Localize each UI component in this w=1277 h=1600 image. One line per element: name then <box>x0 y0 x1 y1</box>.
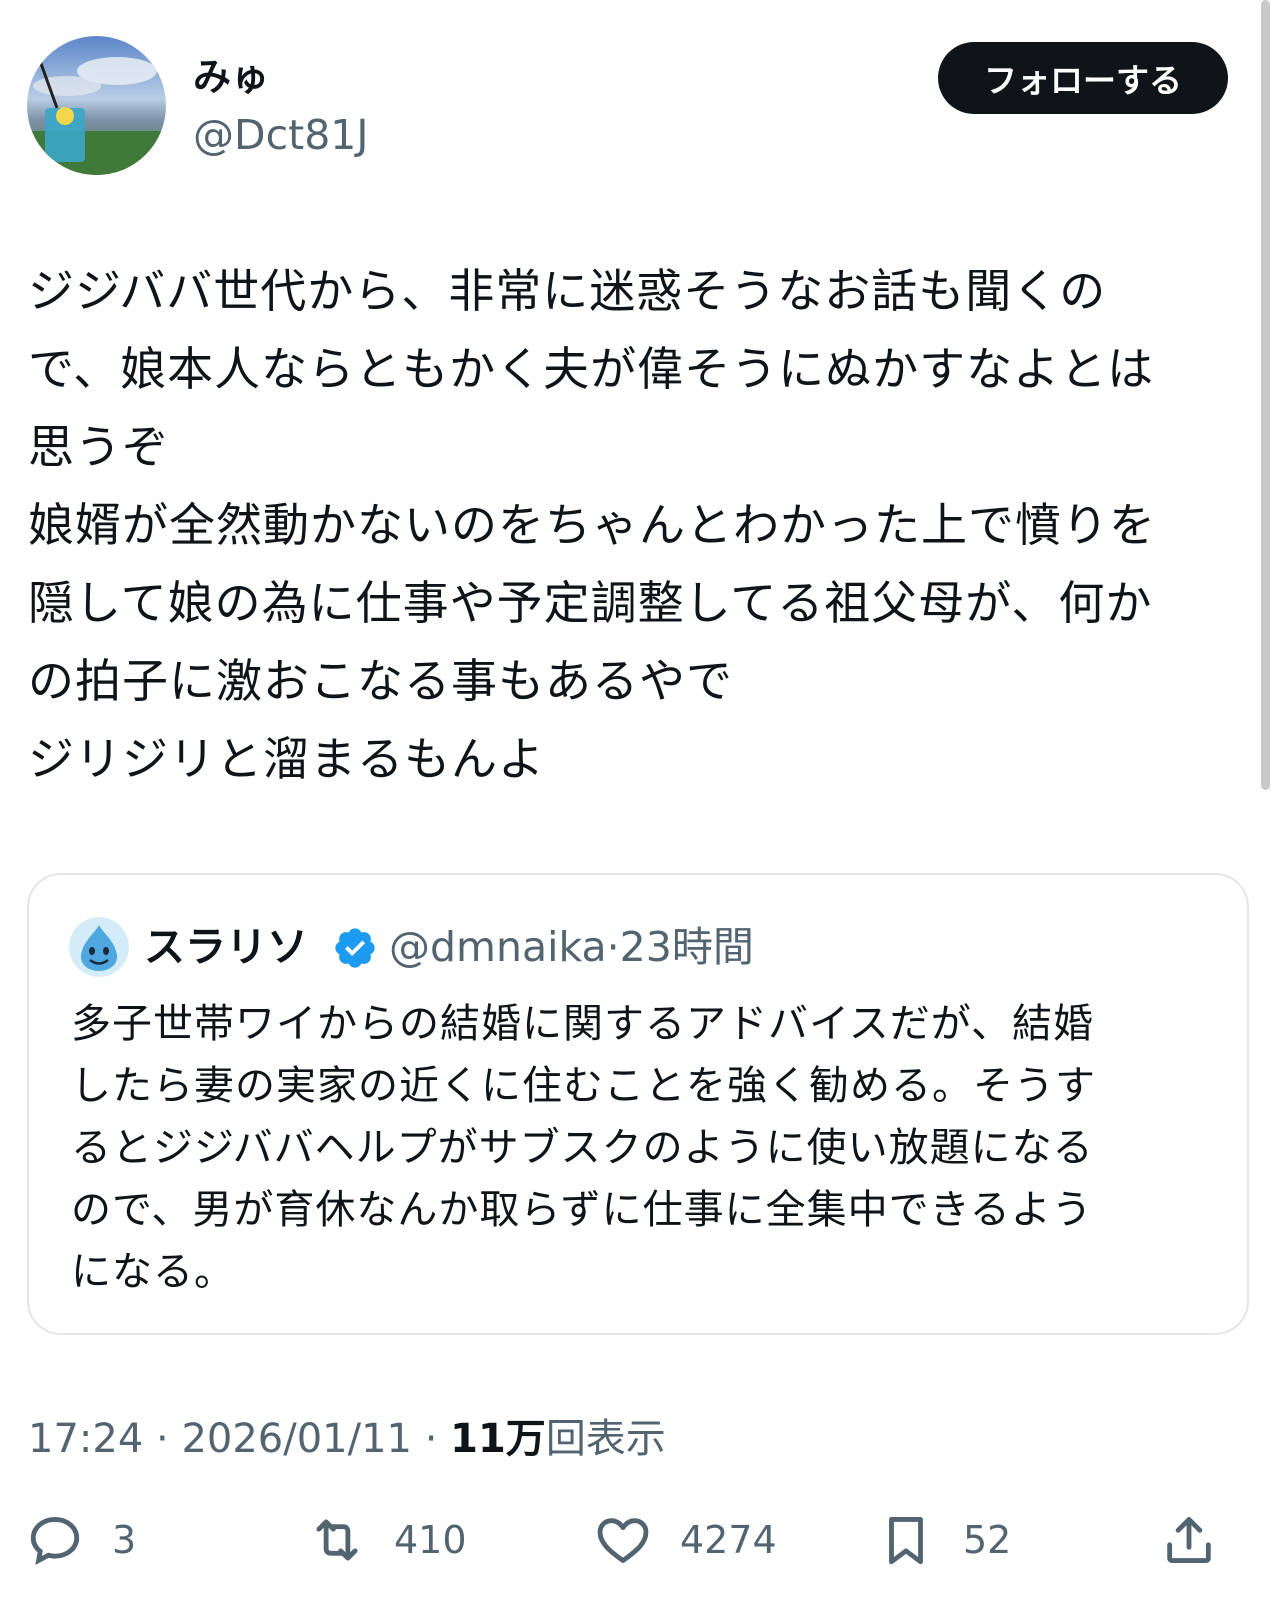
quote-text-line: になる。 <box>71 1249 235 1295</box>
quote-text-line: 多子世帯ワイからの結婚に関するアドバイスだが、結婚 <box>71 1001 1094 1047</box>
tweet-text-line: 娘婿が全然動かないのをちゃんとわかった上で憤りを <box>28 498 1156 552</box>
bookmark-button[interactable]: 52 <box>877 1510 1011 1570</box>
quote-meta: @dmnaika·23時間 <box>389 919 754 975</box>
scrollbar[interactable] <box>1261 0 1270 790</box>
reply-count: 3 <box>112 1518 137 1562</box>
like-button[interactable]: 4274 <box>594 1510 777 1570</box>
tweet-date[interactable]: 2026/01/11 <box>181 1416 412 1462</box>
tweet-text-line: 隠して娘の為に仕事や予定調整してる祖父母が、何か <box>28 576 1153 630</box>
author-display-name[interactable]: みゅ <box>193 52 269 102</box>
verified-badge-icon <box>332 925 378 971</box>
bookmark-icon <box>889 1517 923 1565</box>
view-count-label: 回表示 <box>545 1416 666 1462</box>
retweet-arrows-icon <box>316 1519 358 1561</box>
share-button[interactable] <box>1160 1510 1218 1570</box>
tweet-text-line: の拍子に激おこなる事もあるやで <box>28 654 733 708</box>
tweet-metadata: 17:24 · 2026/01/11 · 11万回表示 <box>28 1411 666 1467</box>
like-count: 4274 <box>680 1518 777 1562</box>
bookmark-count: 52 <box>963 1518 1012 1562</box>
tweet-text: ジジババ世代から、非常に迷惑そうなお話も聞くの で、娘本人ならともかく夫が偉そう… <box>28 252 1243 798</box>
quote-author-handle[interactable]: @dmnaika <box>389 923 607 971</box>
speech-bubble-icon <box>30 1517 80 1566</box>
follow-button[interactable]: フォローする <box>938 42 1228 114</box>
tweet-text-line: ジジババ世代から、非常に迷惑そうなお話も聞くの <box>28 264 1107 318</box>
quote-text-line: ので、男が育休なんか取らずに仕事に全集中できるよう <box>71 1187 1093 1233</box>
retweet-count: 410 <box>394 1518 467 1562</box>
tweet-text-line: で、娘本人ならともかく夫が偉そうにぬかすなよとは <box>28 342 1155 396</box>
quote-time[interactable]: 23時間 <box>620 923 754 971</box>
tweet-time[interactable]: 17:24 <box>28 1416 143 1462</box>
quote-text: 多子世帯ワイからの結婚に関するアドバイスだが、結婚 したら妻の実家の近くに住むこ… <box>71 993 1231 1303</box>
quote-author-avatar[interactable] <box>69 917 129 977</box>
quote-author-display-name[interactable]: スラリソ <box>144 919 308 975</box>
separator-dot: · <box>411 1416 451 1462</box>
reply-button[interactable]: 3 <box>26 1510 136 1570</box>
quote-text-line: したら妻の実家の近くに住むことを強く勧める。そうす <box>71 1063 1096 1109</box>
retweet-button[interactable]: 410 <box>308 1510 467 1570</box>
quoted-tweet-card[interactable]: スラリソ @dmnaika·23時間 多子世帯ワイからの結婚に関するアドバイスだ… <box>27 873 1249 1335</box>
view-count: 11万 <box>450 1416 546 1462</box>
quote-text-line: るとジジババヘルプがサブスクのように使い放題になる <box>71 1125 1094 1171</box>
share-upload-icon <box>1167 1517 1211 1563</box>
tweet-text-line: 思うぞ <box>28 420 169 474</box>
separator-dot: · <box>606 923 620 971</box>
author-avatar[interactable] <box>27 36 166 175</box>
tweet-text-line: ジリジリと溜まるもんよ <box>28 732 545 786</box>
heart-icon <box>597 1518 649 1563</box>
separator-dot: · <box>143 1416 182 1462</box>
author-handle[interactable]: @Dct81J <box>193 108 368 162</box>
